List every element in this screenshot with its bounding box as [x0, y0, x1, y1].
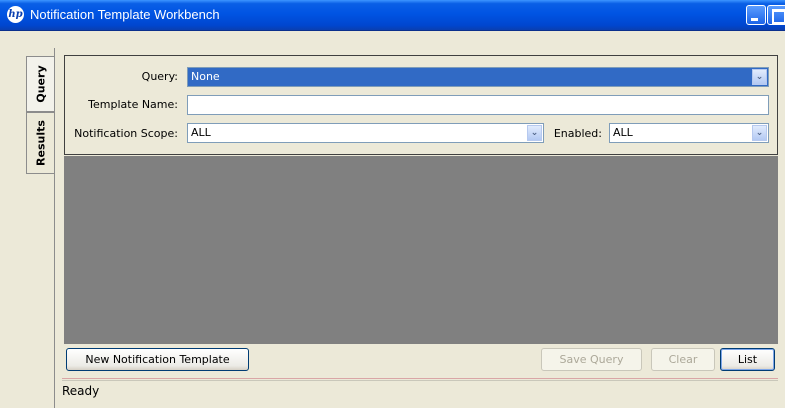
maximize-icon — [772, 9, 785, 24]
tab-query-label: Query — [34, 65, 47, 103]
status-bar: Ready — [62, 380, 778, 401]
enabled-label: Enabled: — [553, 127, 602, 140]
hp-logo-icon: hp — [7, 6, 24, 23]
template-name-label: Template Name: — [88, 98, 178, 111]
chevron-down-icon[interactable]: ⌄ — [752, 125, 767, 141]
query-value: None — [191, 70, 220, 83]
chevron-down-icon[interactable]: ⌄ — [752, 69, 767, 85]
results-area — [64, 156, 778, 344]
clear-button[interactable]: Clear — [651, 348, 715, 371]
list-button[interactable]: List — [720, 348, 775, 371]
tab-results-label: Results — [34, 120, 47, 166]
window-title: Notification Template Workbench — [30, 7, 220, 22]
maximize-button[interactable] — [767, 5, 785, 25]
enabled-value: ALL — [613, 126, 633, 139]
scope-label: Notification Scope: — [74, 127, 178, 140]
scope-select[interactable]: ALL ⌄ — [187, 123, 544, 143]
minimize-button[interactable] — [746, 5, 766, 25]
enabled-select[interactable]: ALL ⌄ — [609, 123, 769, 143]
scope-value: ALL — [191, 126, 211, 139]
tab-query[interactable]: Query — [26, 56, 54, 112]
new-notification-template-button[interactable]: New Notification Template — [66, 348, 249, 371]
title-bar[interactable]: hp Notification Template Workbench — [0, 0, 785, 31]
query-select[interactable]: None ⌄ — [187, 67, 769, 87]
tab-results[interactable]: Results — [26, 112, 54, 174]
template-name-input[interactable] — [187, 95, 769, 115]
status-divider — [62, 378, 778, 379]
chevron-down-icon[interactable]: ⌄ — [527, 125, 542, 141]
minimize-icon — [751, 18, 758, 21]
query-label: Query: — [141, 70, 178, 83]
status-text: Ready — [62, 384, 100, 398]
save-query-button[interactable]: Save Query — [541, 348, 642, 371]
